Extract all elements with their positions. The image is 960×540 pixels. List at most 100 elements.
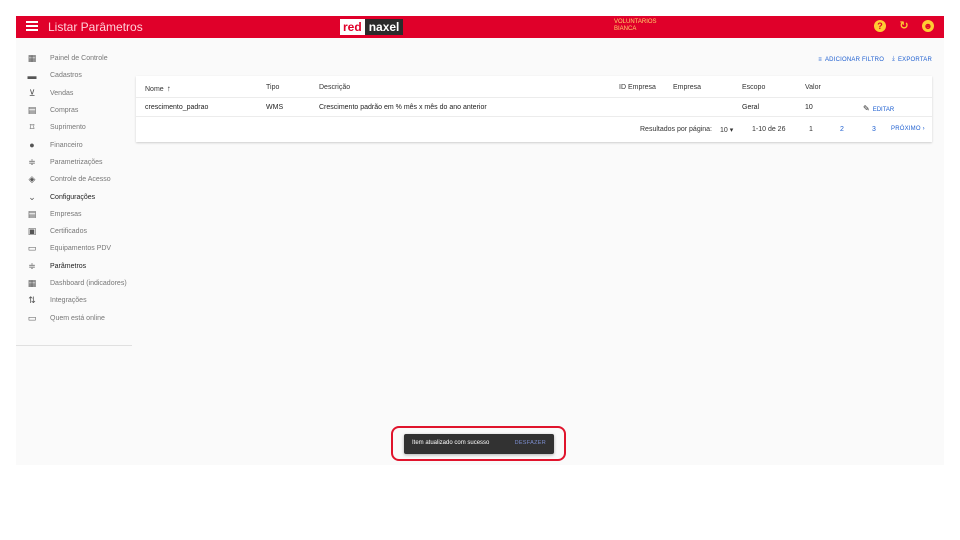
sidebar-item-label: Dashboard (indicadores): [50, 280, 127, 287]
sidebar-item-label: Quem está online: [50, 314, 105, 322]
sidebar-item-label: Integrações: [50, 297, 87, 305]
sidebar-item-dashboard[interactable]: ▦ Dashboard (indicadores): [16, 275, 132, 292]
hamburger-menu-icon[interactable]: [26, 21, 38, 33]
sidebar-item-cadastros[interactable]: ▬ Cadastros: [16, 67, 132, 84]
sidebar-item-label: Empresas: [50, 210, 82, 218]
cell-descricao: Crescimento padrão em % mês x mês do ano…: [319, 104, 487, 111]
certificados-icon: ▣: [27, 226, 37, 237]
sidebar-item-label: Parâmetros: [50, 262, 87, 270]
sidebar-item-integracoes[interactable]: ⇅ Integrações: [16, 292, 132, 309]
sidebar-item-painel-de-controle[interactable]: ▦ Painel de Controle: [16, 50, 132, 67]
undo-button[interactable]: DESFAZER: [515, 440, 546, 446]
sidebar-item-quem-esta-online[interactable]: ▭ Quem está online: [16, 309, 132, 326]
app-header: Listar Parâmetros red naxel VOLUNTARIOS …: [16, 16, 944, 38]
column-header-valor[interactable]: Valor: [805, 84, 821, 91]
pagination-range: 1-10 de 26: [752, 126, 786, 133]
sidebar-item-vendas[interactable]: ⊻ Vendas: [16, 85, 132, 102]
parametrizacoes-icon: ≑: [28, 156, 36, 167]
table-header-row: Nome ↑ Tipo Descrição ID Empresa Empresa …: [136, 78, 932, 98]
dashboard-icon: ▦: [27, 278, 37, 288]
sidebar-item-configuracoes[interactable]: ⌄ Configurações: [16, 188, 132, 205]
sidebar-item-label: Suprimento: [50, 124, 86, 132]
header-actions: ? ↻ ☻: [874, 20, 934, 32]
sidebar-item-equipamentos-pdv[interactable]: ▭ Equipamentos PDV: [16, 240, 132, 257]
page-1-button[interactable]: 1: [809, 126, 813, 133]
chevron-right-icon: ›: [922, 126, 925, 132]
sidebar-item-label: Controle de Acesso: [50, 176, 111, 184]
refresh-icon[interactable]: ↻: [898, 20, 910, 32]
account-icon[interactable]: ☻: [922, 20, 934, 32]
page-title: Listar Parâmetros: [48, 20, 143, 34]
equipamentos-pdv-icon: ▭: [27, 243, 37, 254]
caret-down-icon: ▾: [729, 127, 734, 134]
pagination: Resultados por página: 10 ▾ 1-10 de 26 1…: [136, 122, 932, 138]
app-window: Listar Parâmetros red naxel VOLUNTARIOS …: [16, 16, 944, 465]
sidebar-item-label: Certificados: [50, 228, 87, 236]
sidebar-item-parametrizacoes[interactable]: ≑ Parametrizações: [16, 154, 132, 171]
empresas-icon: ▤: [27, 208, 37, 219]
column-header-tipo[interactable]: Tipo: [266, 84, 279, 91]
export-label: EXPORTAR: [897, 56, 932, 63]
download-icon: ⤓: [892, 56, 895, 62]
sidebar-item-label: Financeiro: [50, 141, 83, 149]
column-header-id-empresa[interactable]: ID Empresa: [619, 84, 656, 91]
page-2-button[interactable]: 2: [840, 126, 844, 133]
rows-per-page-value: 10: [720, 127, 728, 134]
edit-button[interactable]: ✎ EDITAR: [863, 104, 894, 113]
cell-escopo: Geral: [742, 104, 760, 111]
sidebar-item-suprimento[interactable]: ⌑ Suprimento: [16, 119, 132, 136]
column-header-nome[interactable]: Nome ↑: [145, 84, 171, 93]
sidebar-item-label: Parametrizações: [50, 158, 103, 166]
add-filter-label: ADICIONAR FILTRO: [824, 56, 885, 63]
quem-esta-online-icon: ▭: [27, 312, 37, 323]
user-info: VOLUNTARIOS BIANCA: [614, 19, 657, 33]
rows-per-page-select[interactable]: 10 ▾: [720, 126, 733, 134]
sidebar-item-label: Cadastros: [50, 72, 82, 80]
sidebar-item-compras[interactable]: ▤ Compras: [16, 102, 132, 119]
next-page-label: PRÓXIMO: [891, 126, 921, 132]
column-header-empresa[interactable]: Empresa: [673, 84, 701, 91]
edit-label: EDITAR: [872, 107, 895, 113]
logo-red-part: red: [340, 19, 365, 35]
add-filter-button[interactable]: ≡ ADICIONAR FILTRO: [818, 56, 884, 63]
rows-per-page-label: Resultados por página:: [640, 126, 712, 133]
sidebar-item-label: Vendas: [50, 89, 74, 97]
cell-nome: crescimento_padrao: [145, 104, 209, 111]
export-button[interactable]: ⤓ EXPORTAR: [892, 56, 932, 63]
sidebar-item-empresas[interactable]: ▤ Empresas: [16, 206, 132, 223]
cell-valor: 10: [805, 104, 813, 111]
sidebar-item-label: Configurações: [50, 193, 96, 201]
sidebar-item-label: Painel de Controle: [50, 55, 108, 63]
column-header-escopo[interactable]: Escopo: [742, 84, 765, 91]
snackbar: Item atualizado com sucesso DESFAZER: [404, 434, 554, 454]
column-header-descricao[interactable]: Descrição: [319, 84, 350, 91]
parameters-table: Nome ↑ Tipo Descrição ID Empresa Empresa …: [136, 76, 932, 142]
controle-de-acesso-icon: ◈: [28, 174, 36, 185]
list-toolbar: ≡ ADICIONAR FILTRO ⤓ EXPORTAR: [818, 56, 932, 63]
compras-icon: ▤: [27, 105, 37, 116]
next-page-button[interactable]: PRÓXIMO ›: [891, 126, 925, 132]
user-name: BIANCA: [614, 26, 637, 32]
sidebar-item-controle-de-acesso[interactable]: ◈ Controle de Acesso: [16, 171, 132, 188]
user-org: VOLUNTARIOS: [614, 19, 657, 25]
cadastros-icon: ▬: [27, 70, 37, 81]
sidebar: ▦ Painel de Controle ▬ Cadastros ⊻ Vendas ▤ Com…: [16, 50, 132, 346]
configuracoes-icon: ⌄: [28, 191, 36, 202]
sidebar-item-parametros[interactable]: ≑ Parâmetros: [16, 258, 132, 275]
brand-logo: red naxel: [340, 19, 404, 35]
filter-icon: ≡: [818, 56, 822, 63]
integracoes-icon: ⇅: [28, 295, 36, 306]
sidebar-item-label: Equipamentos PDV: [50, 245, 112, 253]
snackbar-message: Item atualizado com sucesso: [412, 440, 490, 446]
painel-de-controle-icon: ▦: [27, 53, 37, 64]
vendas-icon: ⊻: [28, 87, 36, 98]
help-icon[interactable]: ?: [874, 20, 886, 32]
sidebar-item-certificados[interactable]: ▣ Certificados: [16, 223, 132, 240]
sidebar-item-financeiro[interactable]: ● Financeiro: [16, 136, 132, 153]
cell-tipo: WMS: [266, 104, 284, 111]
financeiro-icon: ●: [29, 140, 35, 151]
suprimento-icon: ⌑: [29, 122, 35, 133]
table-row[interactable]: crescimento_padrao WMS Crescimento padrã…: [136, 97, 932, 117]
logo-dark-part: naxel: [364, 19, 404, 35]
page-3-button[interactable]: 3: [872, 126, 876, 133]
